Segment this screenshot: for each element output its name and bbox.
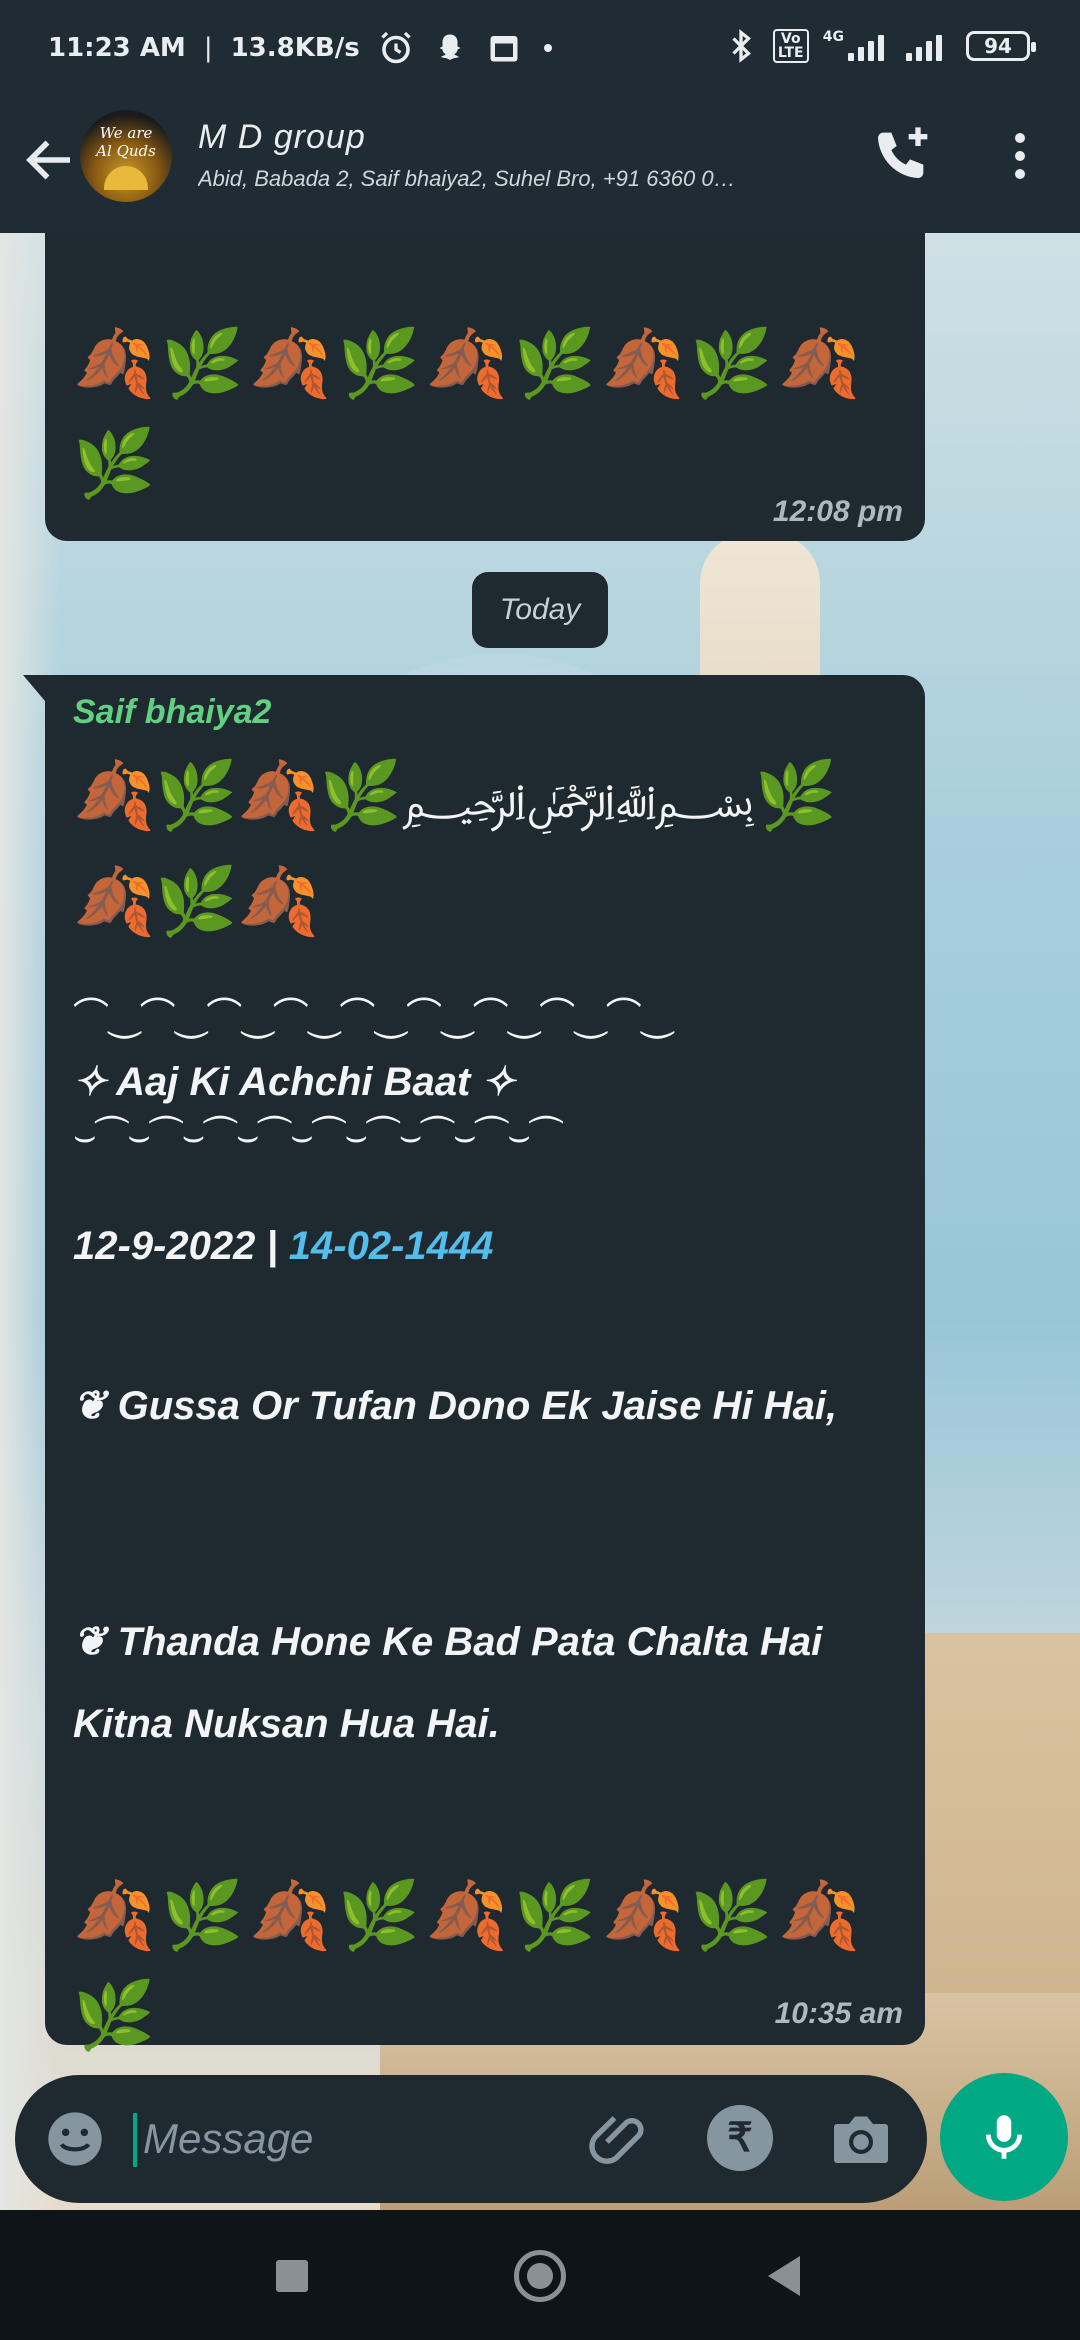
add-call-icon[interactable] [870,122,934,186]
network-type: 4G [822,29,844,45]
text-cursor [133,2113,137,2167]
back-button[interactable] [768,2256,800,2296]
decorative-border-top: ⌒⏝⌒⏝⌒⏝⌒⏝⌒⏝⌒⏝⌒⏝⌒⏝⌒⏝ [73,995,674,1036]
message-line-1: ❦ Gussa Or Tufan Dono Ek Jaise Hi Hai, [73,1384,838,1428]
message-input[interactable] [141,2105,565,2173]
bluetooth-icon [732,29,751,63]
calendar-app-icon [490,36,518,62]
microphone-icon [985,2115,1023,2159]
battery-icon: 94 [966,31,1036,61]
message-time: 10:35 am [774,1997,903,2030]
voice-message-button[interactable] [940,2073,1068,2201]
back-arrow-icon[interactable] [20,130,80,190]
signal-icon-sim1 [848,31,884,61]
signal-icon-sim2 [906,31,942,61]
alarm-icon [381,31,411,64]
message-composer[interactable]: ₹ [15,2075,927,2203]
battery-level: 94 [984,34,1012,58]
status-bar: 11:23 AM | 13.8KB/s Vo LTE 4G 94 [0,0,1080,100]
group-name[interactable]: M D group [198,118,366,157]
avatar-dome-image [104,166,148,190]
message-bubble-main[interactable]: Saif bhaiya2 🍂🌿🍂🌿﷽🌿🍂🌿🍂 ⌒⏝⌒⏝⌒⏝⌒⏝⌒⏝⌒⏝⌒⏝⌒⏝⌒… [23,675,925,2052]
message-time: 12:08 pm [772,495,903,528]
emoji-group-a: 🍂🌿🍂🌿 [73,758,402,832]
chat-header[interactable]: We are Al Quds M D group Abid, Babada 2,… [0,100,1080,233]
camera-icon[interactable] [825,2103,897,2175]
basmala-glyph: ﷽ [401,773,755,828]
network-speed: 13.8KB/s [230,33,360,63]
recents-button[interactable] [276,2260,308,2292]
group-members[interactable]: Abid, Babada 2, Saif bhaiya2, Suhel Bro,… [198,166,838,192]
avatar-text-line2: Al Quds [96,142,156,160]
rupee-payment-icon[interactable]: ₹ [707,2105,773,2171]
emoji-icon[interactable] [43,2107,107,2171]
sender-name[interactable]: Saif bhaiya2 [73,693,271,732]
avatar-text-line1: We are [99,124,153,142]
volte-badge: Vo LTE [772,29,809,63]
snapchat-icon [439,34,461,60]
attach-paperclip-icon[interactable] [583,2103,655,2175]
gregorian-date: 12-9-2022 | [73,1224,289,1268]
message-date-line: 12-9-2022 | 14-02-1444 [73,1205,893,1287]
group-avatar[interactable]: We are Al Quds [80,110,172,202]
hijri-date-link[interactable]: 14-02-1444 [289,1224,494,1268]
overflow-menu-icon[interactable] [990,124,1050,188]
message-bubble-previous[interactable]: 🍂🌿🍂🌿🍂🌿🍂🌿🍂🌿 12:08 pm [45,233,925,541]
message-heading: ✧ Aaj Ki Achchi Baat ✧ [73,1060,515,1104]
system-navigation-bar [0,2210,1080,2340]
decorative-border-bottom: ⌣⏜⌣⏜⌣⏜⌣⏜⌣⏜⌣⏜⌣⏜⌣⏜⌣⏜ [73,1115,564,1156]
message-emoji-line: 🍂🌿🍂🌿🍂🌿🍂🌿🍂🌿 [73,326,867,500]
home-button[interactable] [514,2250,566,2302]
message-emoji-header: 🍂🌿🍂🌿﷽🌿🍂🌿🍂 [73,745,913,951]
status-time: 11:23 AM [48,33,186,63]
message-line-2: ❦ Thanda Hone Ke Bad Pata Chalta Hai Kit… [73,1620,823,1746]
date-separator: Today [472,572,608,648]
message-emoji-footer: 🍂🌿🍂🌿🍂🌿🍂🌿🍂🌿 [73,1878,867,2052]
notification-dot [543,44,552,52]
